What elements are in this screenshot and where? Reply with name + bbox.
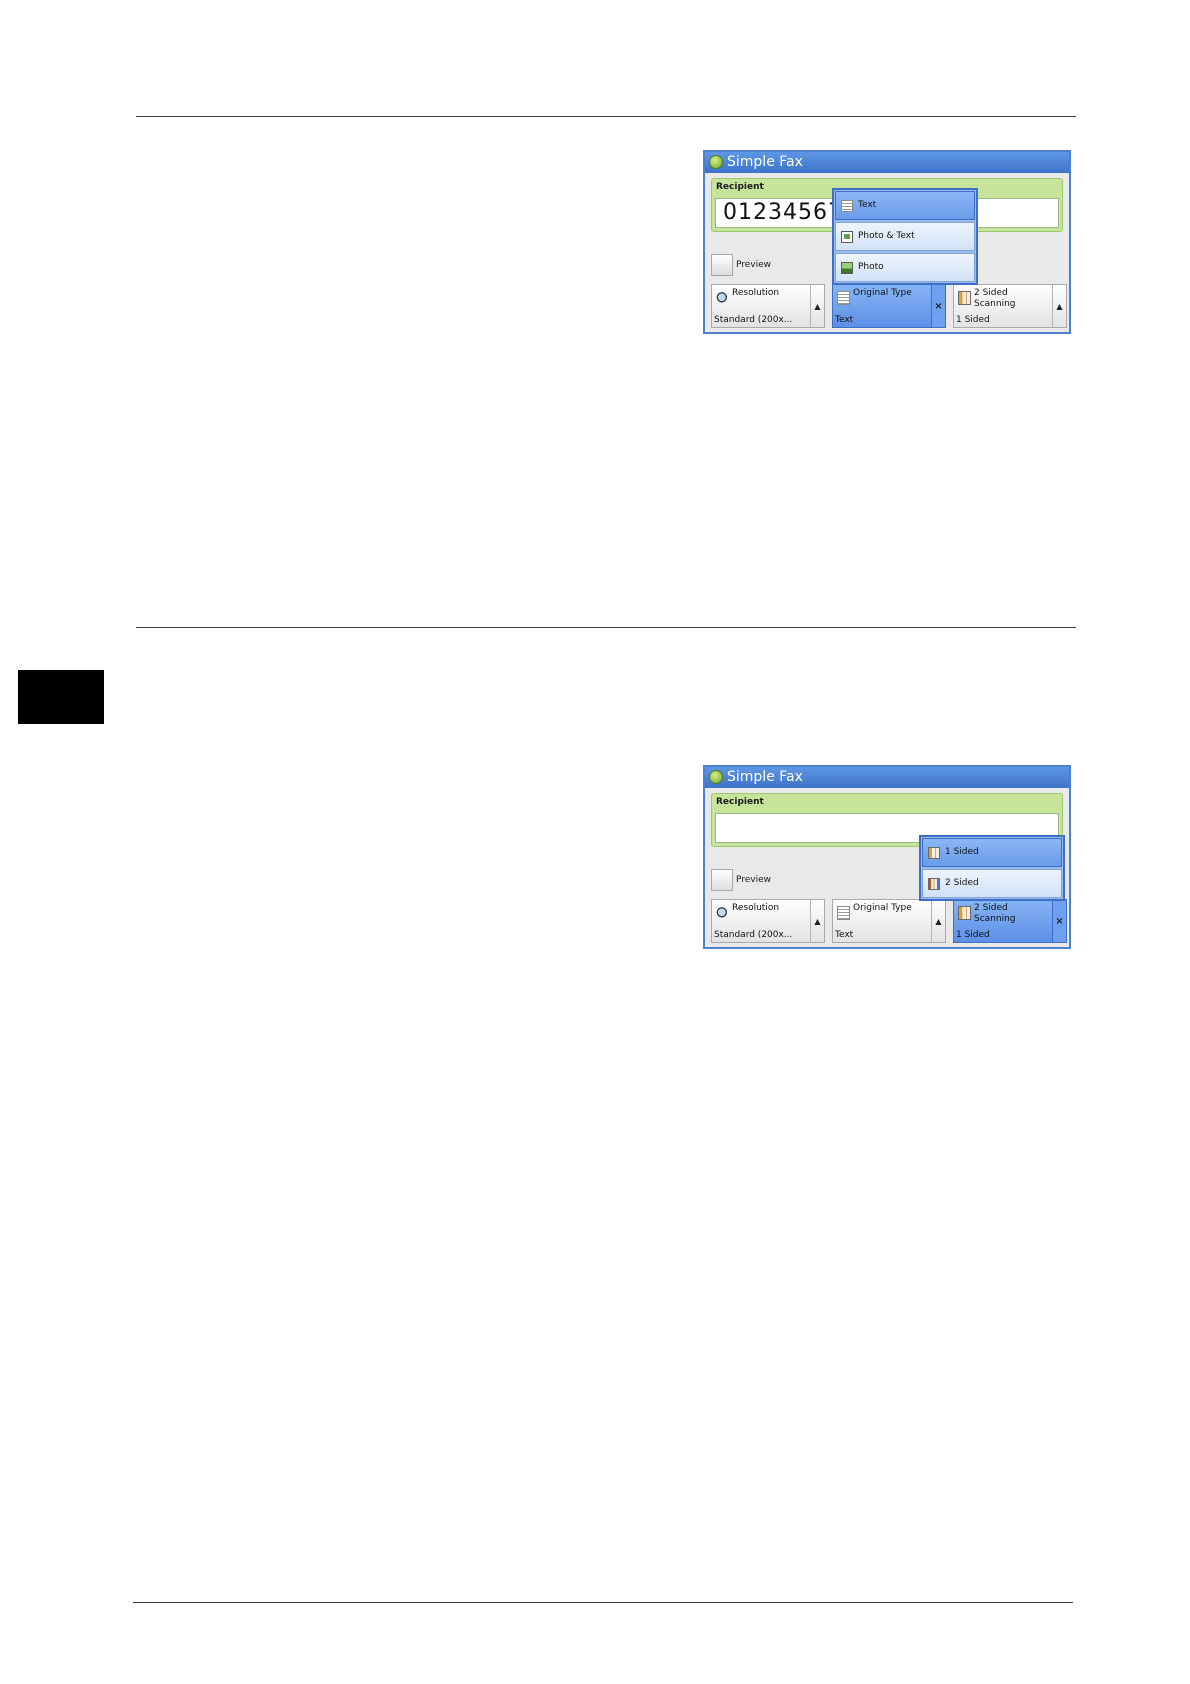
menu-item-label: Photo (858, 262, 884, 272)
header-rule (136, 116, 1076, 117)
footer-rule (133, 1602, 1073, 1603)
menu-item-text[interactable]: Text (835, 191, 975, 220)
original-type-button[interactable]: Original Type Text × (832, 284, 946, 328)
simple-fax-screen-original-type: Simple Fax Recipient 0123456789 Preview … (703, 150, 1071, 334)
book-icon (958, 906, 971, 920)
expand-arrow-icon[interactable]: ▲ (1052, 285, 1066, 327)
expand-arrow-icon[interactable]: ▲ (931, 900, 945, 942)
simple-fax-screen-2-sided: Simple Fax Recipient Preview Resolution … (703, 765, 1071, 949)
section-rule (136, 627, 1076, 628)
two-sided-scanning-button[interactable]: 2 Sided Scanning 1 Sided ▲ (953, 284, 1067, 328)
menu-item-photo[interactable]: Photo (835, 253, 975, 282)
chapter-tab-marker (18, 670, 104, 724)
feature-value: 1 Sided (956, 930, 990, 940)
close-icon[interactable]: × (931, 285, 945, 327)
menu-item-label: 1 Sided (945, 847, 979, 857)
menu-item-1-sided[interactable]: 1 Sided (922, 838, 1062, 867)
magnifier-icon (716, 906, 729, 920)
panel-title: Simple Fax (727, 154, 803, 170)
text-page-icon (837, 906, 850, 920)
one-sided-icon (928, 847, 940, 859)
expand-arrow-icon[interactable]: ▲ (810, 900, 824, 942)
two-sided-menu: 1 Sided 2 Sided (919, 835, 1065, 901)
text-page-icon (841, 200, 853, 212)
feature-value: Standard (200x... (714, 930, 793, 940)
feature-name: Resolution (732, 288, 780, 298)
preview-checkbox[interactable] (711, 869, 733, 891)
feature-value: 1 Sided (956, 315, 990, 325)
expand-arrow-icon[interactable]: ▲ (810, 285, 824, 327)
preview-label: Preview (736, 260, 772, 270)
photo-text-icon (841, 231, 853, 243)
recipient-label: Recipient (716, 797, 764, 807)
two-sided-scanning-button[interactable]: 2 Sided Scanning 1 Sided × (953, 899, 1067, 943)
menu-item-label: Text (858, 200, 877, 210)
feature-name: 2 Sided Scanning (974, 288, 1016, 309)
resolution-button[interactable]: Resolution Standard (200x... ▲ (711, 899, 825, 943)
simple-fax-icon (709, 770, 723, 784)
panel-title: Simple Fax (727, 769, 803, 785)
magnifier-icon (716, 291, 729, 305)
recipient-label: Recipient (716, 182, 764, 192)
menu-item-photo-text[interactable]: Photo & Text (835, 222, 975, 251)
preview-checkbox[interactable] (711, 254, 733, 276)
feature-value: Text (835, 930, 854, 940)
preview-label: Preview (736, 875, 772, 885)
photo-icon (841, 262, 853, 274)
feature-value: Text (835, 315, 854, 325)
menu-item-label: Photo & Text (858, 231, 915, 241)
panel-title-bar: Simple Fax (705, 152, 1069, 173)
book-icon (958, 291, 971, 305)
panel-title-bar: Simple Fax (705, 767, 1069, 788)
menu-item-label: 2 Sided (945, 878, 979, 888)
feature-name: Original Type (853, 903, 912, 913)
feature-value: Standard (200x... (714, 315, 793, 325)
simple-fax-icon (709, 155, 723, 169)
original-type-button[interactable]: Original Type Text ▲ (832, 899, 946, 943)
two-sided-icon (928, 878, 940, 890)
close-icon[interactable]: × (1052, 900, 1066, 942)
original-type-menu: Text Photo & Text Photo (832, 188, 978, 285)
feature-name: Original Type (853, 288, 912, 298)
menu-item-2-sided[interactable]: 2 Sided (922, 869, 1062, 898)
text-page-icon (837, 291, 850, 305)
feature-name: Resolution (732, 903, 780, 913)
resolution-button[interactable]: Resolution Standard (200x... ▲ (711, 284, 825, 328)
feature-name: 2 Sided Scanning (974, 903, 1016, 924)
